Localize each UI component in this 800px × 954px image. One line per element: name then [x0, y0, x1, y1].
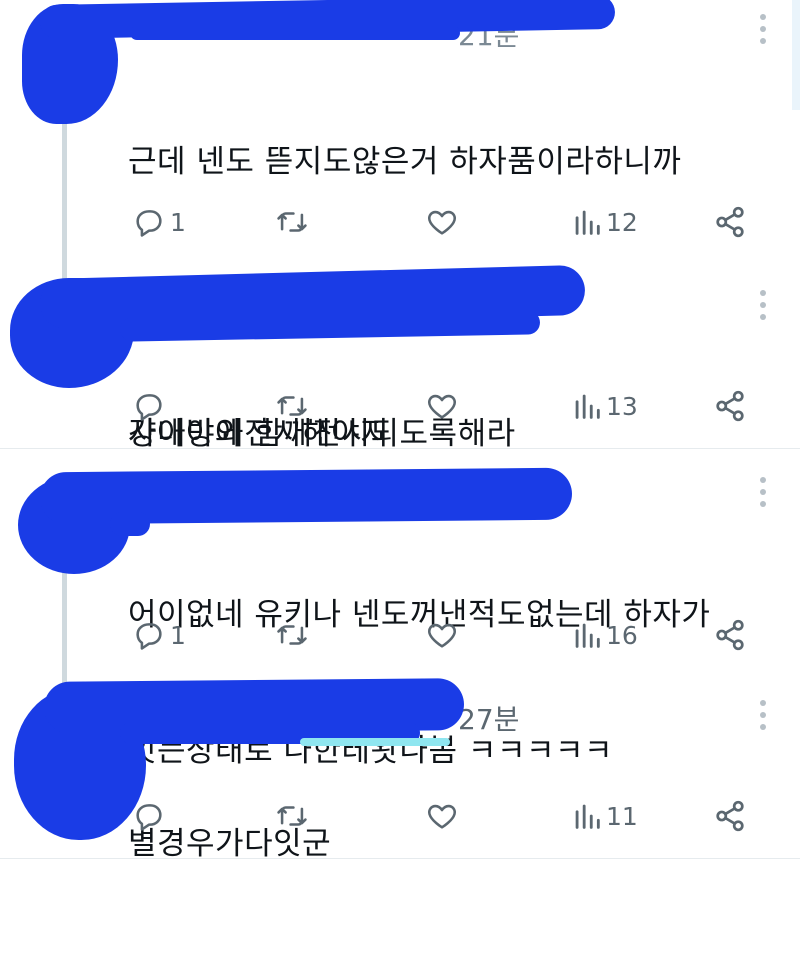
views-button[interactable]: 11 [572, 794, 638, 838]
share-button[interactable] [712, 613, 748, 657]
views-count: 13 [606, 391, 638, 421]
post-timestamp: 27분 [458, 703, 520, 736]
reply-button[interactable]: 1 [132, 613, 186, 657]
share-icon [716, 206, 744, 238]
share-button[interactable] [712, 794, 748, 838]
post-text-line: 근데 넨도 뜯지도않은거 하자품이라하니까 [128, 144, 682, 180]
more-icon[interactable] [756, 477, 770, 507]
post-actions: 13 [0, 384, 800, 428]
reply-icon [136, 623, 162, 650]
views-icon [575, 394, 600, 419]
views-count: 12 [606, 207, 638, 237]
reply-button[interactable] [132, 384, 170, 428]
views-button[interactable]: 13 [572, 384, 638, 428]
retweet-icon [277, 396, 307, 416]
views-icon [575, 804, 600, 829]
post-actions: 1 16 [0, 613, 800, 657]
retweet-icon [277, 625, 307, 645]
heart-icon [428, 804, 456, 829]
retweet-icon [277, 806, 307, 826]
views-button[interactable]: 12 [572, 200, 638, 244]
retweet-button[interactable] [274, 794, 310, 838]
like-button[interactable] [424, 384, 460, 428]
views-button[interactable]: 16 [572, 613, 638, 657]
reply-button[interactable]: 1 [132, 200, 186, 244]
views-icon [575, 210, 600, 235]
heart-icon [428, 210, 456, 235]
share-button[interactable] [712, 200, 748, 244]
post-actions: 1 12 [0, 200, 800, 244]
retweet-icon [277, 212, 307, 232]
heart-icon [428, 394, 456, 419]
like-button[interactable] [424, 200, 460, 244]
redaction-mark [130, 26, 460, 40]
more-icon[interactable] [756, 700, 770, 730]
share-icon [716, 390, 744, 422]
retweet-button[interactable] [274, 384, 310, 428]
more-icon[interactable] [756, 290, 770, 320]
reply-icon [136, 804, 162, 831]
post-text: 별경우가다잇군 [128, 734, 331, 954]
reply-count: 1 [170, 207, 186, 237]
views-icon [575, 623, 600, 648]
share-icon [716, 800, 744, 832]
heart-icon [428, 623, 456, 648]
divider [0, 858, 800, 859]
reply-icon [136, 210, 162, 237]
retweet-button[interactable] [274, 200, 310, 244]
redaction-mark [110, 512, 150, 536]
views-count: 16 [606, 620, 638, 650]
redaction-highlight [300, 738, 450, 746]
reply-count: 1 [170, 620, 186, 650]
share-button[interactable] [712, 384, 748, 428]
views-count: 11 [606, 801, 638, 831]
reply-icon [136, 394, 162, 421]
like-button[interactable] [424, 794, 460, 838]
share-icon [716, 619, 744, 651]
more-icon[interactable] [756, 14, 770, 44]
like-button[interactable] [424, 613, 460, 657]
retweet-button[interactable] [274, 613, 310, 657]
